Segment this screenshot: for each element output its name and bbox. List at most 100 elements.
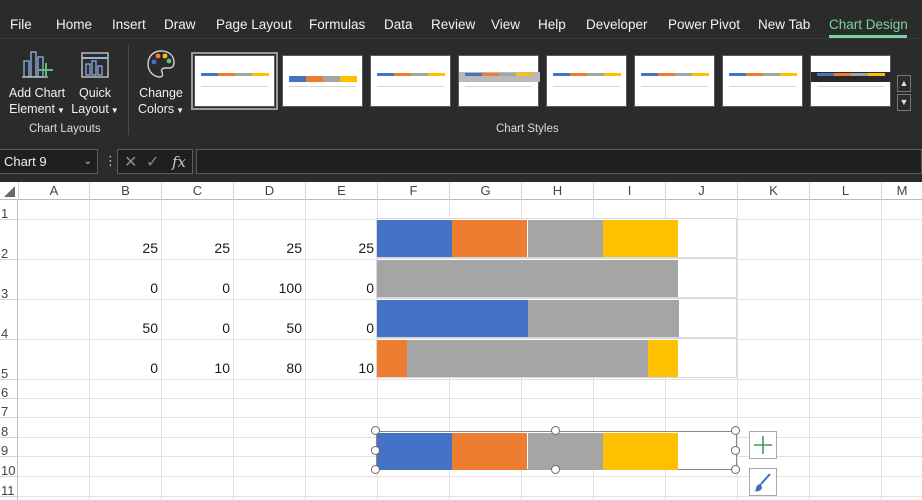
stacked-bar-chart[interactable] <box>376 298 737 338</box>
column-header-a[interactable]: A <box>18 182 89 200</box>
more-options-icon[interactable]: ⋮ <box>104 153 117 169</box>
cell-c3[interactable]: 0 <box>161 280 233 296</box>
cell-b5[interactable]: 0 <box>89 360 161 376</box>
cell-b4[interactable]: 50 <box>89 320 161 336</box>
cell-e4[interactable]: 0 <box>305 320 377 336</box>
bar-segment-series-4[interactable] <box>603 220 678 257</box>
resize-handle[interactable] <box>551 465 560 474</box>
resize-handle[interactable] <box>731 446 740 455</box>
chart-style-3[interactable] <box>370 55 451 107</box>
chart-styles-button[interactable] <box>749 468 777 496</box>
bar-segment-series-2[interactable] <box>452 433 527 470</box>
bar-segment-series-2[interactable] <box>377 340 407 377</box>
cell-e3[interactable]: 0 <box>305 280 377 296</box>
cell-c2[interactable]: 25 <box>161 240 233 256</box>
resize-handle[interactable] <box>731 426 740 435</box>
resize-handle[interactable] <box>371 446 380 455</box>
bar-segment-series-3[interactable] <box>528 433 603 470</box>
chart-elements-button[interactable] <box>749 431 777 459</box>
formula-input[interactable] <box>196 149 922 174</box>
chart-style-preview-segment <box>340 76 357 82</box>
cell-e5[interactable]: 10 <box>305 360 377 376</box>
cell-d2[interactable]: 25 <box>233 240 305 256</box>
tab-view[interactable]: View <box>491 17 520 33</box>
bar-segment-series-3[interactable] <box>528 300 679 337</box>
tab-review[interactable]: Review <box>431 17 475 33</box>
fx-icon[interactable]: fx <box>172 153 186 171</box>
tab-insert[interactable]: Insert <box>112 17 146 33</box>
column-header-e[interactable]: E <box>305 182 377 200</box>
change-colors-label-1: Change <box>139 86 183 100</box>
chart-style-1[interactable] <box>191 52 278 110</box>
select-all-button[interactable] <box>0 182 18 200</box>
resize-handle[interactable] <box>731 465 740 474</box>
change-colors-button[interactable]: Change Colors ▼ <box>134 47 188 119</box>
column-header-i[interactable]: I <box>593 182 665 200</box>
cell-c5[interactable]: 10 <box>161 360 233 376</box>
tab-data[interactable]: Data <box>384 17 413 33</box>
bar-segment-series-2[interactable] <box>452 220 527 257</box>
cell-e2[interactable]: 25 <box>305 240 377 256</box>
cell-b3[interactable]: 0 <box>89 280 161 296</box>
stacked-bar-chart[interactable] <box>376 338 737 378</box>
chevron-down-icon[interactable]: ⌄ <box>84 150 92 173</box>
bar-segment-series-1[interactable] <box>377 433 452 470</box>
tab-power-pivot[interactable]: Power Pivot <box>668 17 740 33</box>
tab-page-layout[interactable]: Page Layout <box>216 17 292 33</box>
column-header-c[interactable]: C <box>161 182 233 200</box>
row-header-divider <box>0 496 18 497</box>
chart-style-4[interactable] <box>458 55 540 107</box>
row-header-divider <box>0 476 18 477</box>
tab-formulas[interactable]: Formulas <box>309 17 365 33</box>
chart-style-preview-segment <box>604 73 621 76</box>
column-header-m[interactable]: M <box>881 182 922 200</box>
bar-segment-series-3[interactable] <box>528 220 603 257</box>
bar-segment-series-3[interactable] <box>407 340 648 377</box>
bar-segment-series-1[interactable] <box>377 300 528 337</box>
cell-c4[interactable]: 0 <box>161 320 233 336</box>
column-header-f[interactable]: F <box>377 182 449 200</box>
name-box[interactable]: Chart 9 ⌄ <box>0 149 98 174</box>
column-header-l[interactable]: L <box>809 182 881 200</box>
bar-segment-series-3[interactable] <box>377 260 678 297</box>
tab-chart-design[interactable]: Chart Design <box>829 17 908 33</box>
chart-style-preview-segment <box>868 73 885 76</box>
palette-icon <box>147 50 175 78</box>
bar-segment-series-4[interactable] <box>603 433 678 470</box>
bar-segment-series-1[interactable] <box>377 220 452 257</box>
tab-new-tab[interactable]: New Tab <box>758 17 810 33</box>
cell-b2[interactable]: 25 <box>89 240 161 256</box>
tab-draw[interactable]: Draw <box>164 17 196 33</box>
tab-help[interactable]: Help <box>538 17 566 33</box>
column-header-g[interactable]: G <box>449 182 521 200</box>
cell-d5[interactable]: 80 <box>233 360 305 376</box>
chart-style-6[interactable] <box>634 55 715 107</box>
chart-style-7[interactable] <box>722 55 803 107</box>
resize-handle[interactable] <box>371 465 380 474</box>
check-icon[interactable]: ✓ <box>146 152 159 172</box>
chart-style-2[interactable] <box>282 55 363 107</box>
quick-layout-button[interactable]: Quick Layout ▼ <box>68 47 122 119</box>
bar-segment-series-4[interactable] <box>648 340 678 377</box>
stacked-bar-chart[interactable] <box>376 258 737 298</box>
gallery-more-button[interactable]: ▼ <box>897 94 911 111</box>
cell-d4[interactable]: 50 <box>233 320 305 336</box>
chart-style-8[interactable] <box>810 55 892 107</box>
column-header-b[interactable]: B <box>89 182 161 200</box>
column-header-j[interactable]: J <box>665 182 737 200</box>
stacked-bar-chart[interactable] <box>376 218 737 258</box>
column-header-d[interactable]: D <box>233 182 305 200</box>
gallery-scroll-up-button[interactable]: ▲ <box>897 75 911 92</box>
add-chart-element-button[interactable]: Add Chart Element ▼ <box>6 47 68 119</box>
close-icon[interactable]: ✕ <box>124 152 137 172</box>
tab-file[interactable]: File <box>10 17 32 33</box>
tab-developer[interactable]: Developer <box>586 17 648 33</box>
tab-home[interactable]: Home <box>56 17 92 33</box>
column-header-k[interactable]: K <box>737 182 809 200</box>
quick-layout-icon <box>81 52 109 78</box>
cell-d3[interactable]: 100 <box>233 280 305 296</box>
resize-handle[interactable] <box>371 426 380 435</box>
column-header-h[interactable]: H <box>521 182 593 200</box>
chart-style-5[interactable] <box>546 55 627 107</box>
resize-handle[interactable] <box>551 426 560 435</box>
